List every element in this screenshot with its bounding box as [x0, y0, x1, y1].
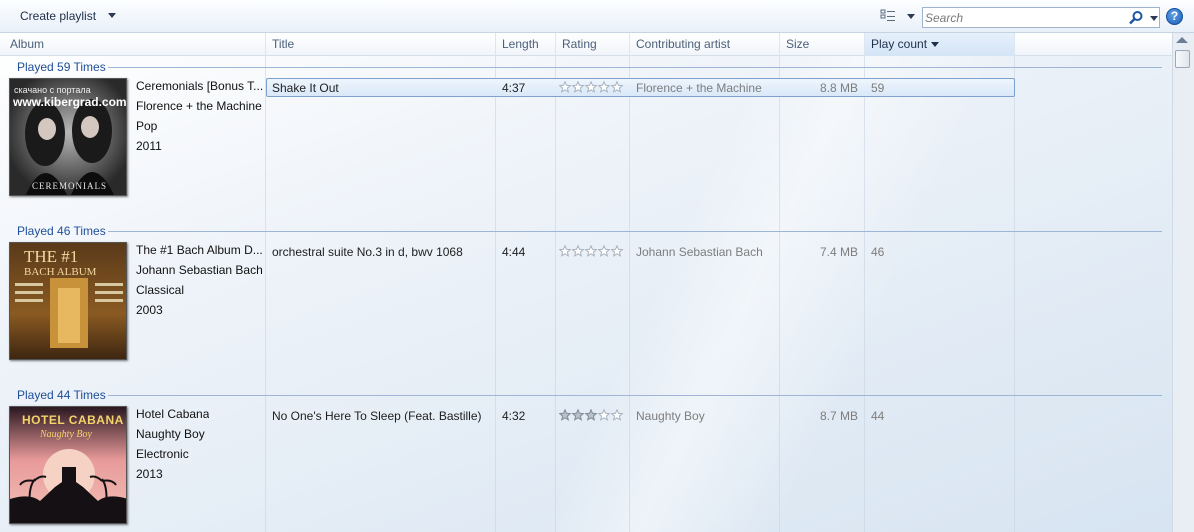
cover-watermark-text: скачано с портала [14, 85, 91, 95]
track-play-count: 46 [871, 245, 885, 259]
track-artist: Florence + the Machine [636, 81, 762, 95]
star-empty-icon[interactable] [571, 244, 585, 257]
toolbar: Create playlist ? [0, 0, 1194, 33]
album-genre: Pop [136, 119, 158, 133]
star-empty-icon[interactable] [584, 244, 598, 257]
group-header[interactable]: Played 59 Times [17, 60, 106, 74]
scroll-up-arrow-icon[interactable] [1176, 37, 1188, 43]
cover-title-line2: BACH ALBUM [24, 266, 97, 278]
column-divider [864, 56, 865, 532]
cover-title: HOTEL CABANA [22, 413, 124, 427]
track-artist: Naughty Boy [636, 409, 705, 423]
album-year: 2011 [136, 139, 162, 153]
column-divider [1014, 56, 1015, 532]
column-header-row: Album Title Length Rating Contributing a… [0, 33, 1172, 56]
album-artist: Naughty Boy [136, 427, 205, 441]
track-play-count: 44 [871, 409, 885, 423]
vertical-scrollbar[interactable] [1172, 33, 1194, 532]
track-size: 8.8 MB [820, 81, 859, 95]
create-playlist-dropdown-icon[interactable] [108, 13, 116, 18]
search-icon[interactable] [1128, 10, 1144, 26]
library-list: Album Title Length Rating Contributing a… [0, 33, 1172, 532]
cover-title-line1: THE #1 [24, 247, 79, 266]
album-genre: Classical [136, 283, 185, 297]
star-empty-icon[interactable] [597, 408, 611, 421]
rating-stars-graphic [558, 244, 624, 257]
column-header-contributing-artist[interactable]: Contributing artist [630, 33, 780, 56]
track-length: 4:44 [502, 245, 526, 259]
track-title: Shake It Out [272, 81, 339, 95]
star-empty-icon[interactable] [558, 80, 572, 93]
star-empty-icon[interactable] [610, 408, 624, 421]
star-empty-icon[interactable] [571, 80, 585, 93]
track-title: No One's Here To Sleep (Feat. Bastille) [272, 409, 482, 423]
rating-stars-graphic [558, 408, 624, 421]
rating-stars[interactable] [558, 408, 625, 424]
album-title: Hotel Cabana [136, 407, 210, 421]
track-size: 8.7 MB [820, 409, 859, 423]
rating-stars-graphic [558, 80, 624, 93]
column-header-album[interactable]: Album [4, 33, 266, 56]
help-icon[interactable]: ? [1166, 8, 1183, 25]
group-header[interactable]: Played 44 Times [17, 388, 106, 402]
column-header-play-count[interactable]: Play count [865, 33, 1015, 56]
album-year: 2013 [136, 467, 163, 481]
star-empty-icon[interactable] [597, 244, 611, 257]
album-year: 2003 [136, 303, 163, 317]
star-filled-icon[interactable] [558, 408, 572, 421]
column-divider [629, 56, 630, 532]
album-artist: Johann Sebastian Bach [136, 263, 263, 277]
star-empty-icon[interactable] [558, 244, 572, 257]
album-title: The #1 Bach Album D... [136, 243, 263, 257]
column-divider [779, 56, 780, 532]
scrollbar-thumb[interactable] [1175, 50, 1190, 68]
column-header-length[interactable]: Length [496, 33, 556, 56]
track-play-count: 59 [871, 81, 885, 95]
create-playlist-button[interactable]: Create playlist [20, 9, 96, 23]
search-box[interactable] [922, 7, 1160, 28]
album-title: Ceremonials [Bonus T... [136, 79, 264, 93]
star-empty-icon[interactable] [584, 80, 598, 93]
star-filled-icon[interactable] [584, 408, 598, 421]
track-title: orchestral suite No.3 in d, bwv 1068 [272, 245, 463, 259]
search-input[interactable] [925, 9, 1125, 26]
album-cover-hotel-cabana[interactable]: HOTEL CABANA Naughty Boy [9, 406, 127, 524]
group-divider-line [108, 231, 1162, 232]
cover-watermark-site: www.kibergrad.com [13, 95, 127, 109]
rating-stars[interactable] [558, 244, 625, 260]
group-header[interactable]: Played 46 Times [17, 224, 106, 238]
column-divider [265, 56, 266, 532]
view-options-icon[interactable] [880, 9, 896, 23]
column-divider [495, 56, 496, 532]
album-cover-bach[interactable]: THE #1 BACH ALBUM [9, 242, 127, 360]
star-empty-icon[interactable] [610, 244, 624, 257]
album-cover-ceremonials[interactable]: скачано с портала www.kibergrad.com CERE… [9, 78, 127, 196]
cover-artist: Naughty Boy [40, 429, 92, 440]
column-header-rating[interactable]: Rating [556, 33, 630, 56]
track-size: 7.4 MB [820, 245, 859, 259]
cover-caption: CEREMONIALS [32, 181, 108, 191]
star-empty-icon[interactable] [610, 80, 624, 93]
column-header-title[interactable]: Title [266, 33, 496, 56]
star-filled-icon[interactable] [571, 408, 585, 421]
album-genre: Electronic [136, 447, 189, 461]
column-header-size[interactable]: Size [780, 33, 865, 56]
track-artist: Johann Sebastian Bach [636, 245, 763, 259]
column-divider [555, 56, 556, 532]
sort-descending-icon [931, 42, 940, 48]
group-divider-line [108, 67, 1162, 68]
group-divider-line [108, 395, 1162, 396]
rating-stars[interactable] [558, 80, 625, 96]
album-artist: Florence + the Machine [136, 99, 262, 113]
search-dropdown-icon[interactable] [1150, 16, 1158, 21]
star-empty-icon[interactable] [597, 80, 611, 93]
column-header-play-count-label: Play count [871, 37, 928, 51]
track-length: 4:37 [502, 81, 526, 95]
track-length: 4:32 [502, 409, 526, 423]
view-options-dropdown-icon[interactable] [907, 14, 915, 19]
